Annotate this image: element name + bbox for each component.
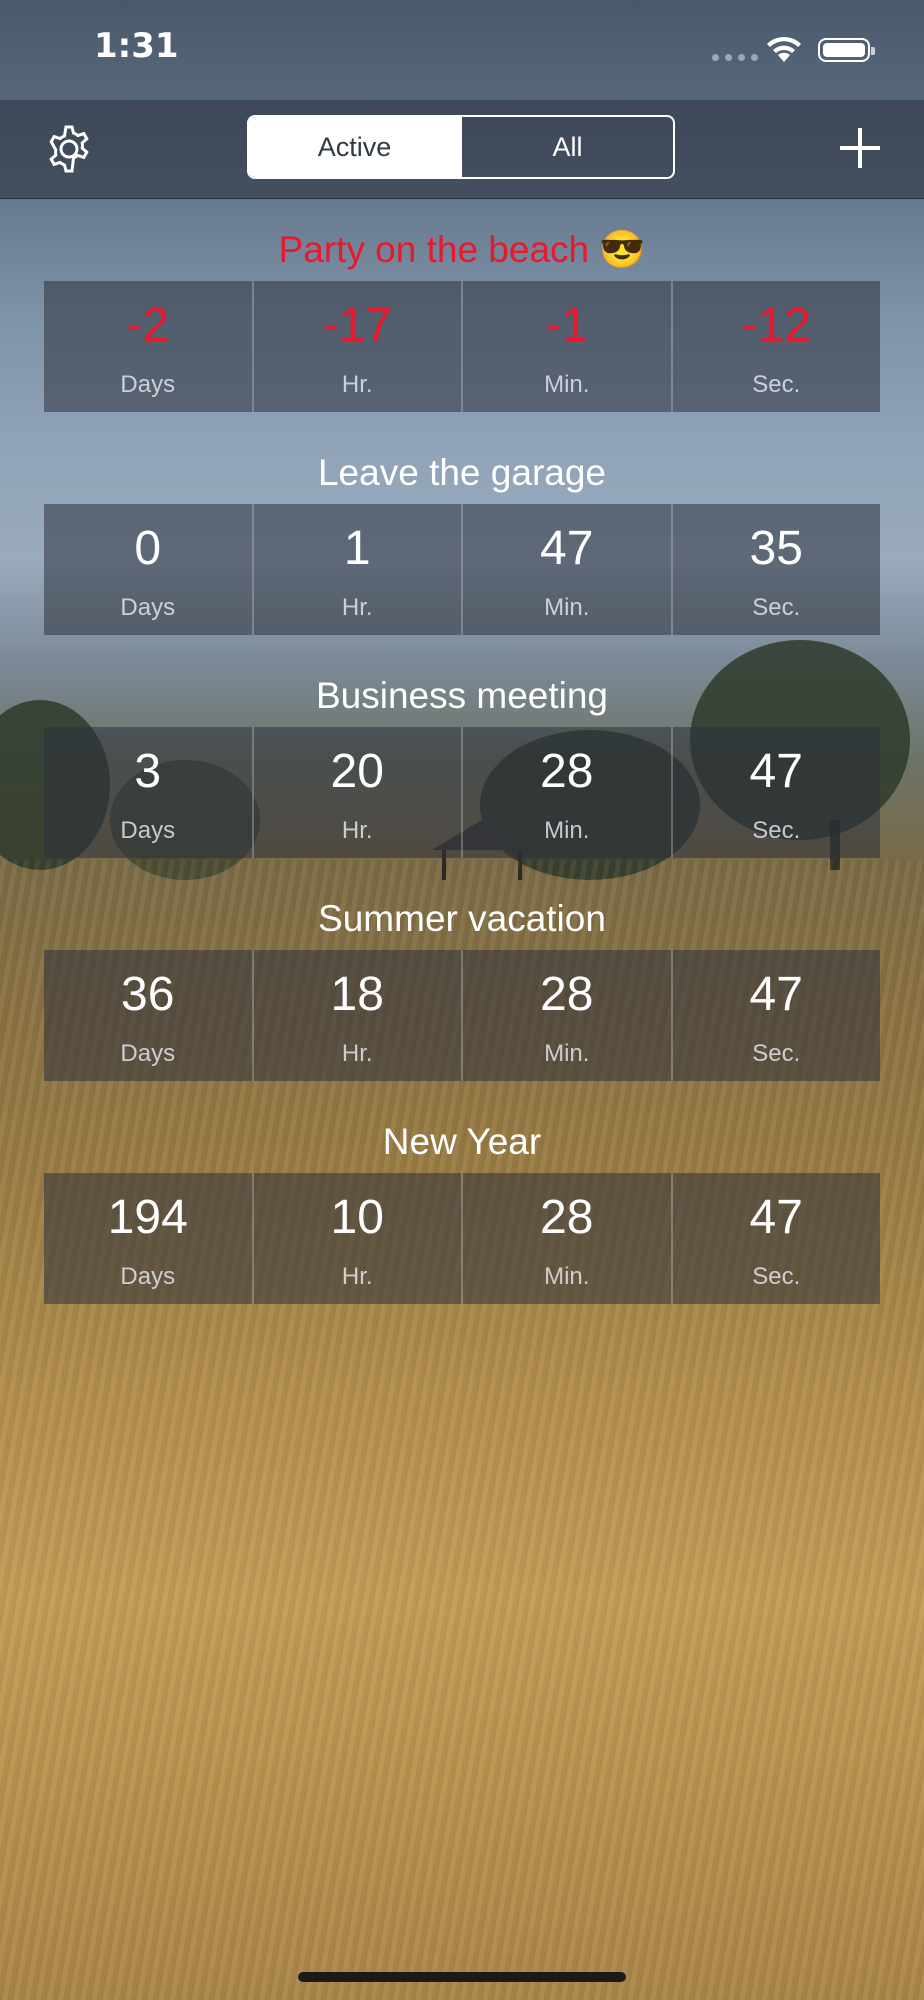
counter-hours: 1 Hr.	[251, 504, 461, 635]
event-item[interactable]: Business meeting 3 Days 20 Hr. 28 Min. 47 Se…	[0, 644, 924, 867]
counter-unit: Hr.	[341, 371, 373, 398]
counter-unit: Hr.	[341, 817, 373, 844]
counter-unit: Sec.	[752, 371, 801, 398]
counter-unit: Min.	[544, 1040, 590, 1067]
event-title: Leave the garage	[317, 452, 606, 493]
counter-unit: Hr.	[341, 1040, 373, 1067]
counter-minutes: 47 Min.	[461, 504, 671, 635]
home-indicator[interactable]	[298, 1972, 626, 1982]
counter-seconds: 47 Sec.	[670, 950, 880, 1081]
event-item[interactable]: New Year 194 Days 10 Hr. 28 Min. 47 Sec.	[0, 1090, 924, 1313]
counter-value: -1	[545, 299, 589, 352]
countdown-counters: 36 Days 18 Hr. 28 Min. 47 Sec.	[44, 950, 880, 1081]
counter-minutes: 28 Min.	[461, 950, 671, 1081]
navigation-bar: Active All	[0, 100, 924, 199]
counter-value: 28	[540, 745, 594, 798]
counter-value: 28	[540, 968, 594, 1021]
counter-value: 47	[749, 1191, 803, 1244]
counter-unit: Days	[120, 1263, 176, 1290]
event-title: New Year	[382, 1121, 542, 1162]
counter-seconds: 35 Sec.	[670, 504, 880, 635]
event-title: Party on the beach 😎	[278, 229, 646, 270]
counter-minutes: -1 Min.	[461, 281, 671, 412]
counter-value: 47	[749, 745, 803, 798]
counter-value: 3	[134, 745, 162, 798]
counter-seconds: 47 Sec.	[670, 727, 880, 858]
counter-minutes: 28 Min.	[461, 727, 671, 858]
counter-minutes: 28 Min.	[461, 1173, 671, 1304]
counter-unit: Min.	[544, 594, 590, 621]
counter-value: -2	[126, 299, 170, 352]
countdown-counters: 0 Days 1 Hr. 47 Min. 35 Sec.	[44, 504, 880, 635]
countdown-list: Party on the beach 😎 -2 Days -17 Hr. -1 Min…	[0, 198, 924, 1313]
counter-unit: Hr.	[341, 1263, 373, 1290]
plus-icon[interactable]	[836, 124, 884, 172]
status-bar: 1:31	[0, 0, 924, 100]
counter-days: 194 Days	[44, 1173, 252, 1304]
counter-days: 3 Days	[44, 727, 252, 858]
event-title: Business meeting	[315, 675, 609, 716]
counter-seconds: -12 Sec.	[670, 281, 880, 412]
counter-value: 194	[107, 1191, 188, 1244]
counter-unit: Min.	[544, 371, 590, 398]
countdown-counters: -2 Days -17 Hr. -1 Min. -12 Sec.	[44, 281, 880, 412]
countdown-counters: 3 Days 20 Hr. 28 Min. 47 Sec.	[44, 727, 880, 858]
event-title: Summer vacation	[318, 898, 606, 939]
counter-hours: 18 Hr.	[251, 950, 461, 1081]
event-item[interactable]: Leave the garage 0 Days 1 Hr. 47 Min. 35 Sec…	[0, 421, 924, 644]
counter-days: -2 Days	[44, 281, 252, 412]
wifi-icon	[767, 36, 801, 62]
counter-hours: 10 Hr.	[251, 1173, 461, 1304]
counter-hours: -17 Hr.	[251, 281, 461, 412]
counter-value: 35	[749, 522, 803, 575]
counter-unit: Sec.	[752, 1263, 801, 1290]
cellular-signal-icon	[712, 54, 758, 61]
counter-unit: Min.	[544, 817, 590, 844]
counter-value: -12	[741, 299, 811, 352]
counter-unit: Days	[120, 371, 176, 398]
event-item[interactable]: Party on the beach 😎 -2 Days -17 Hr. -1 Min…	[0, 198, 924, 421]
gear-icon[interactable]	[42, 122, 96, 176]
counter-value: 47	[749, 968, 803, 1021]
counter-unit: Hr.	[341, 594, 373, 621]
counter-unit: Sec.	[752, 817, 801, 844]
counter-value: 10	[330, 1191, 384, 1244]
counter-seconds: 47 Sec.	[670, 1173, 880, 1304]
counter-value: 0	[134, 522, 162, 575]
filter-segmented-control: Active All	[247, 115, 675, 179]
counter-unit: Days	[120, 1040, 176, 1067]
segment-active[interactable]: Active	[249, 117, 460, 177]
event-item[interactable]: Summer vacation 36 Days 18 Hr. 28 Min. 47 Se…	[0, 867, 924, 1090]
countdown-counters: 194 Days 10 Hr. 28 Min. 47 Sec.	[44, 1173, 880, 1304]
counter-value: 18	[330, 968, 384, 1021]
counter-unit: Sec.	[752, 1040, 801, 1067]
segment-all[interactable]: All	[460, 117, 673, 177]
counter-value: -17	[322, 299, 392, 352]
counter-hours: 20 Hr.	[251, 727, 461, 858]
counter-days: 0 Days	[44, 504, 252, 635]
counter-unit: Min.	[544, 1263, 590, 1290]
counter-unit: Days	[120, 817, 176, 844]
battery-icon	[818, 38, 875, 62]
counter-value: 47	[540, 522, 594, 575]
counter-value: 1	[343, 522, 371, 575]
status-time: 1:31	[94, 26, 179, 66]
counter-value: 36	[121, 968, 175, 1021]
counter-unit: Sec.	[752, 594, 801, 621]
counter-value: 28	[540, 1191, 594, 1244]
counter-unit: Days	[120, 594, 176, 621]
counter-days: 36 Days	[44, 950, 252, 1081]
counter-value: 20	[330, 745, 384, 798]
